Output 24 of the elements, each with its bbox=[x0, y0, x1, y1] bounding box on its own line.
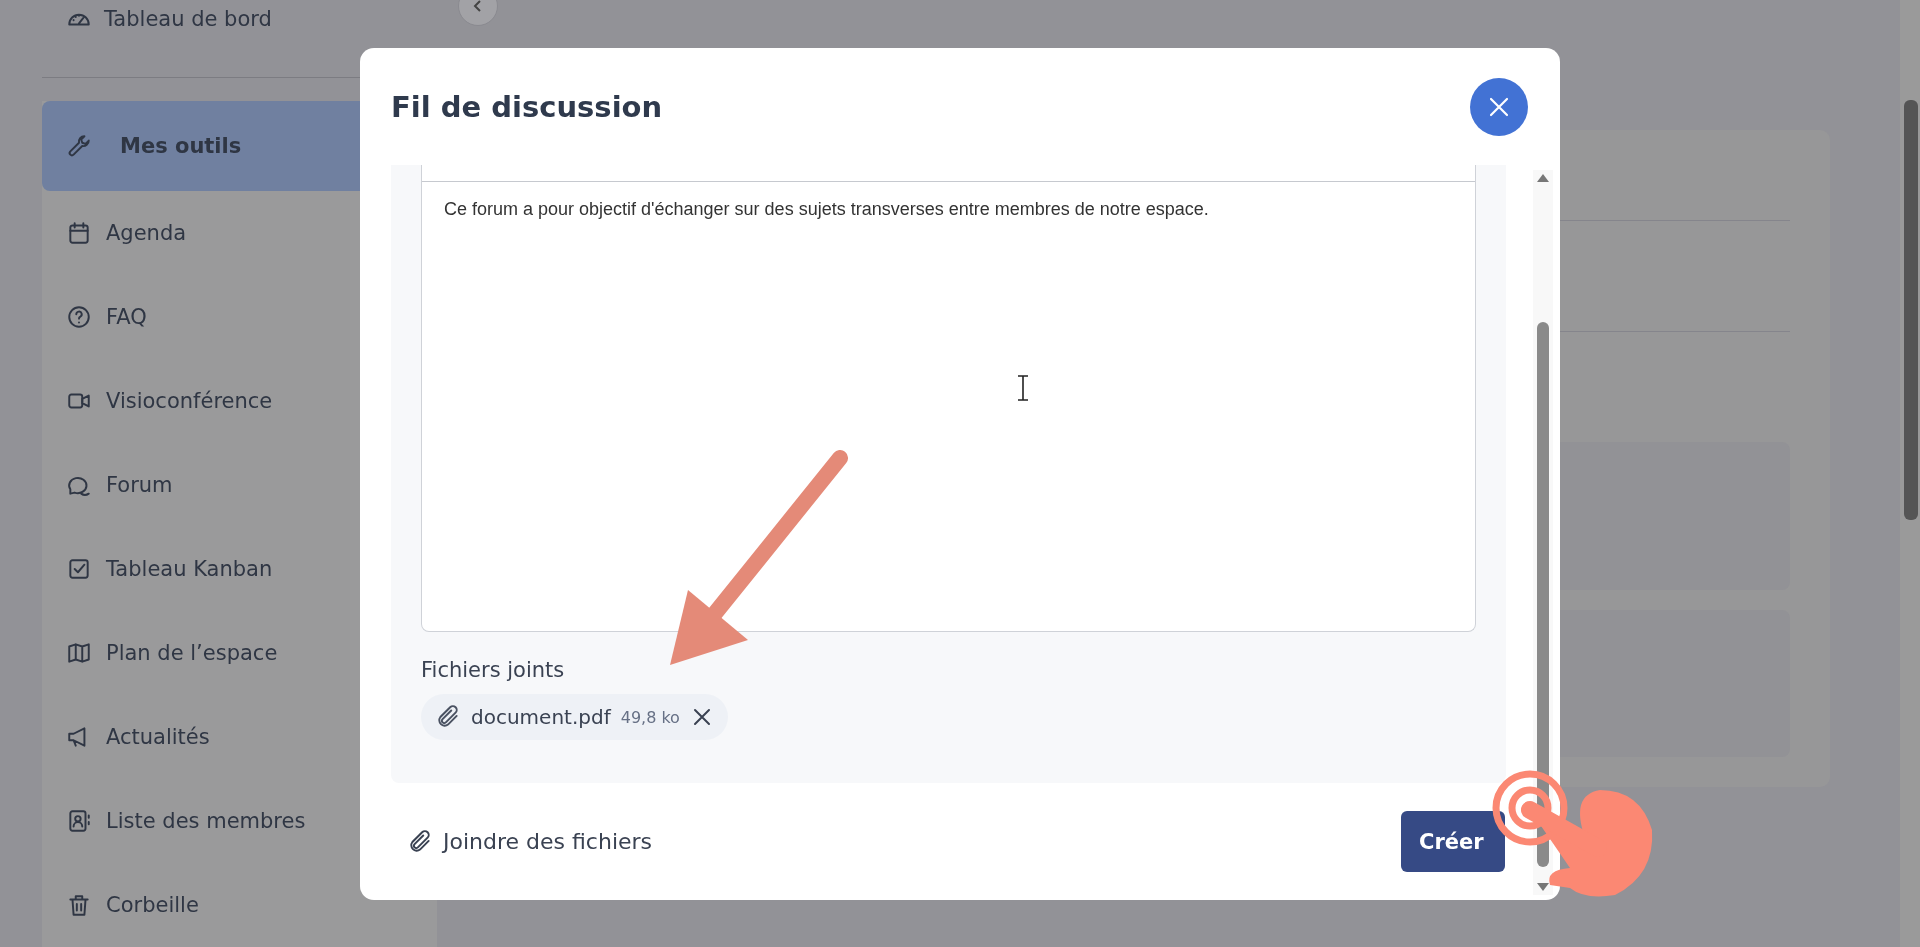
attachments-label: Fichiers joints bbox=[421, 658, 566, 682]
map-icon bbox=[66, 640, 92, 666]
text-cursor-icon bbox=[1017, 375, 1029, 401]
message-text: Ce forum a pour objectif d'échanger sur des sujets transverses entre membres de notre espace. bbox=[443, 198, 1210, 221]
wrench-icon bbox=[66, 133, 92, 159]
sidebar-item[interactable]: Tableau de bord bbox=[104, 6, 272, 31]
page-scrollbar[interactable] bbox=[1900, 0, 1920, 947]
file-name: document.pdf bbox=[471, 705, 611, 729]
calendar-icon bbox=[66, 220, 92, 246]
sidebar-item[interactable]: Actualités bbox=[42, 695, 437, 779]
scroll-down-icon[interactable] bbox=[1537, 883, 1549, 891]
file-size: 49,8 ko bbox=[620, 707, 680, 727]
paperclip-icon bbox=[407, 828, 433, 855]
scroll-up-icon[interactable] bbox=[1537, 174, 1549, 182]
close-button[interactable] bbox=[1470, 77, 1528, 136]
dialog-scrollbar[interactable] bbox=[1533, 170, 1553, 895]
question-icon bbox=[66, 304, 92, 330]
paperclip-icon bbox=[435, 704, 461, 730]
checkbox-icon bbox=[66, 556, 92, 582]
create-button[interactable]: Créer bbox=[1401, 811, 1505, 872]
contact-card-icon bbox=[66, 808, 92, 834]
sidebar-item[interactable]: Corbeille bbox=[42, 863, 437, 947]
message-editor[interactable]: Ce forum a pour objectif d'échanger sur des sujets transverses entre membres de notre espace. bbox=[421, 165, 1476, 632]
trash-icon bbox=[66, 892, 92, 918]
